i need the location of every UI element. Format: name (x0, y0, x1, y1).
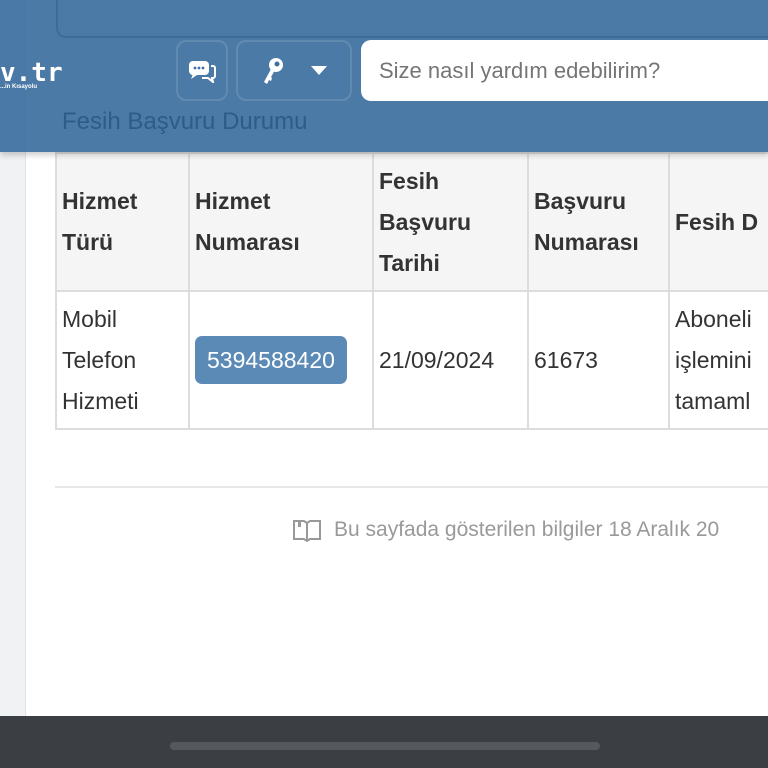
book-icon (293, 520, 321, 542)
col-service-number: Hizmet Numarası (188, 152, 374, 292)
cell-status: Aboneli işlemini tamaml (668, 290, 768, 430)
caret-down-icon (311, 65, 327, 75)
page-title: Fesih Başvuru Durumu (62, 108, 308, 135)
cell-application-number: 61673 (527, 290, 670, 430)
table-header-row: Hizmet Türü Hizmet Numarası Fesih Başvur… (55, 152, 768, 292)
service-number-button[interactable]: 5394588420 (195, 336, 347, 384)
top-panel (56, 0, 768, 38)
table-row: Mobil Telefon Hizmeti 5394588420 21/09/2… (55, 290, 768, 430)
divider (55, 486, 768, 488)
col-date: Fesih Başvuru Tarihi (372, 152, 529, 292)
chat-icon (189, 60, 216, 83)
chat-button[interactable] (176, 40, 228, 101)
col-status: Fesih D (668, 152, 768, 292)
cell-service-type: Mobil Telefon Hizmeti (55, 290, 190, 430)
login-dropdown-button[interactable] (236, 40, 352, 101)
col-service-type: Hizmet Türü (55, 152, 190, 292)
search-input[interactable] (361, 40, 768, 101)
info-note: Bu sayfada gösterilen bilgiler 18 Aralık… (292, 518, 719, 542)
key-icon (264, 57, 283, 84)
info-note-text: Bu sayfada gösterilen bilgiler 18 Aralık… (334, 518, 720, 541)
logo[interactable]: v.tr ...in Kısayolu (0, 58, 63, 90)
termination-table: Hizmet Türü Hizmet Numarası Fesih Başvur… (55, 152, 768, 430)
col-application-number: Başvuru Numarası (527, 152, 670, 292)
system-nav-bar (0, 716, 768, 768)
cell-date: 21/09/2024 (372, 290, 529, 430)
home-indicator[interactable] (170, 742, 600, 750)
cell-service-number: 5394588420 (188, 290, 374, 430)
